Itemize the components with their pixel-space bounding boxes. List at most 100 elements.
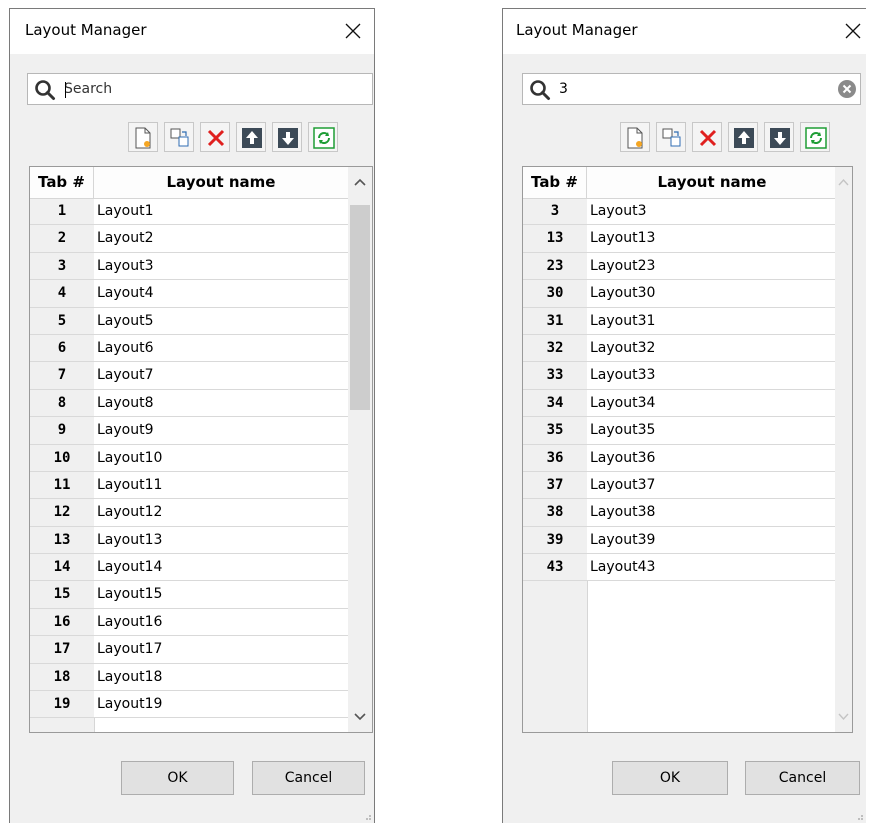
scroll-thumb[interactable] xyxy=(350,205,370,410)
tab-number-cell[interactable]: 10 xyxy=(30,444,94,472)
resize-grip-icon[interactable] xyxy=(362,811,372,821)
layout-name-cell[interactable]: Layout2 xyxy=(94,225,348,253)
new-layout-button[interactable] xyxy=(128,122,158,152)
tab-number-cell[interactable]: 15 xyxy=(30,581,94,609)
table-row[interactable]: 35 Layout35 xyxy=(523,417,837,445)
layout-name-cell[interactable]: Layout9 xyxy=(94,417,348,445)
layout-name-cell[interactable]: Layout11 xyxy=(94,471,348,500)
table-row[interactable]: 38 Layout38 xyxy=(523,499,837,527)
copy-layout-button[interactable] xyxy=(656,122,686,152)
scroll-down-button[interactable] xyxy=(835,702,852,732)
table-row[interactable]: 19 Layout19 xyxy=(30,691,348,719)
layout-name-cell[interactable]: Layout31 xyxy=(587,307,837,335)
tab-number-cell[interactable]: 13 xyxy=(523,225,587,253)
layout-name-cell[interactable]: Layout16 xyxy=(94,608,348,637)
layout-name-cell[interactable]: Layout5 xyxy=(94,307,348,335)
tab-number-cell[interactable]: 23 xyxy=(523,252,587,281)
layout-name-cell[interactable]: Layout34 xyxy=(587,389,837,418)
tab-number-cell[interactable]: 9 xyxy=(30,417,94,445)
tab-number-cell[interactable]: 13 xyxy=(30,526,94,555)
tab-number-cell[interactable]: 16 xyxy=(30,608,94,637)
tab-number-cell[interactable]: 19 xyxy=(30,691,94,719)
table-row[interactable]: 23 Layout23 xyxy=(523,252,837,281)
search-input[interactable] xyxy=(559,78,830,100)
tab-number-cell[interactable]: 39 xyxy=(523,526,587,555)
tab-number-cell[interactable]: 3 xyxy=(523,198,587,226)
table-row[interactable]: 2 Layout2 xyxy=(30,225,348,253)
table-row[interactable]: 8 Layout8 xyxy=(30,389,348,418)
column-header-layout-name[interactable]: Layout name xyxy=(94,167,348,198)
table-row[interactable]: 4 Layout4 xyxy=(30,280,348,308)
move-up-button[interactable] xyxy=(236,122,266,152)
table-row[interactable]: 36 Layout36 xyxy=(523,444,837,472)
refresh-button[interactable] xyxy=(800,122,830,152)
table-row[interactable]: 43 Layout43 xyxy=(523,554,837,582)
layout-name-cell[interactable]: Layout32 xyxy=(587,334,837,363)
tab-number-cell[interactable]: 11 xyxy=(30,471,94,500)
column-header-tab[interactable]: Tab # xyxy=(30,167,94,198)
table-row[interactable]: 32 Layout32 xyxy=(523,334,837,363)
close-button[interactable] xyxy=(840,18,866,44)
search-box[interactable] xyxy=(27,73,373,105)
table-row[interactable]: 14 Layout14 xyxy=(30,554,348,582)
layout-name-cell[interactable]: Layout43 xyxy=(587,554,837,582)
table-row[interactable]: 12 Layout12 xyxy=(30,499,348,527)
tab-number-cell[interactable]: 1 xyxy=(30,198,94,226)
vertical-scrollbar[interactable] xyxy=(348,167,372,732)
resize-grip-icon[interactable] xyxy=(854,811,864,821)
layout-name-cell[interactable]: Layout37 xyxy=(587,471,837,500)
layout-name-cell[interactable]: Layout12 xyxy=(94,499,348,527)
tab-number-cell[interactable]: 32 xyxy=(523,334,587,363)
table-row[interactable]: 13 Layout13 xyxy=(523,225,837,253)
tab-number-cell[interactable]: 31 xyxy=(523,307,587,335)
move-down-button[interactable] xyxy=(764,122,794,152)
tab-number-cell[interactable]: 14 xyxy=(30,554,94,582)
delete-button[interactable] xyxy=(692,122,722,152)
close-button[interactable] xyxy=(340,18,366,44)
tab-number-cell[interactable]: 8 xyxy=(30,389,94,418)
cancel-button[interactable]: Cancel xyxy=(745,761,860,795)
layout-name-cell[interactable]: Layout33 xyxy=(587,362,837,390)
table-row[interactable]: 15 Layout15 xyxy=(30,581,348,609)
move-up-button[interactable] xyxy=(728,122,758,152)
layout-name-cell[interactable]: Layout39 xyxy=(587,526,837,555)
table-row[interactable]: 13 Layout13 xyxy=(30,526,348,555)
layout-name-cell[interactable]: Layout4 xyxy=(94,280,348,308)
table-row[interactable]: 18 Layout18 xyxy=(30,663,348,692)
tab-number-cell[interactable]: 18 xyxy=(30,663,94,692)
move-down-button[interactable] xyxy=(272,122,302,152)
table-row[interactable]: 30 Layout30 xyxy=(523,280,837,308)
table-row[interactable]: 34 Layout34 xyxy=(523,389,837,418)
tab-number-cell[interactable]: 30 xyxy=(523,280,587,308)
tab-number-cell[interactable]: 43 xyxy=(523,554,587,582)
table-row[interactable]: 1 Layout1 xyxy=(30,198,348,226)
tab-number-cell[interactable]: 34 xyxy=(523,389,587,418)
table-row[interactable]: 17 Layout17 xyxy=(30,636,348,664)
search-box[interactable] xyxy=(522,73,861,105)
scroll-down-button[interactable] xyxy=(348,702,372,732)
ok-button[interactable]: OK xyxy=(612,761,728,795)
table-row[interactable]: 10 Layout10 xyxy=(30,444,348,472)
tab-number-cell[interactable]: 17 xyxy=(30,636,94,664)
column-header-layout-name[interactable]: Layout name xyxy=(587,167,837,198)
copy-layout-button[interactable] xyxy=(164,122,194,152)
table-row[interactable]: 5 Layout5 xyxy=(30,307,348,335)
tab-number-cell[interactable]: 12 xyxy=(30,499,94,527)
table-row[interactable]: 39 Layout39 xyxy=(523,526,837,555)
cancel-button[interactable]: Cancel xyxy=(252,761,365,795)
tab-number-cell[interactable]: 7 xyxy=(30,362,94,390)
table-row[interactable]: 37 Layout37 xyxy=(523,471,837,500)
layout-name-cell[interactable]: Layout15 xyxy=(94,581,348,609)
layout-name-cell[interactable]: Layout19 xyxy=(94,691,348,719)
layout-name-cell[interactable]: Layout17 xyxy=(94,636,348,664)
ok-button[interactable]: OK xyxy=(121,761,234,795)
layout-name-cell[interactable]: Layout18 xyxy=(94,663,348,692)
layout-name-cell[interactable]: Layout3 xyxy=(587,198,837,226)
table-row[interactable]: 31 Layout31 xyxy=(523,307,837,335)
layout-name-cell[interactable]: Layout38 xyxy=(587,499,837,527)
table-row[interactable]: 3 Layout3 xyxy=(523,198,837,226)
layout-name-cell[interactable]: Layout10 xyxy=(94,444,348,472)
table-row[interactable]: 11 Layout11 xyxy=(30,471,348,500)
tab-number-cell[interactable]: 3 xyxy=(30,252,94,281)
layout-name-cell[interactable]: Layout35 xyxy=(587,417,837,445)
